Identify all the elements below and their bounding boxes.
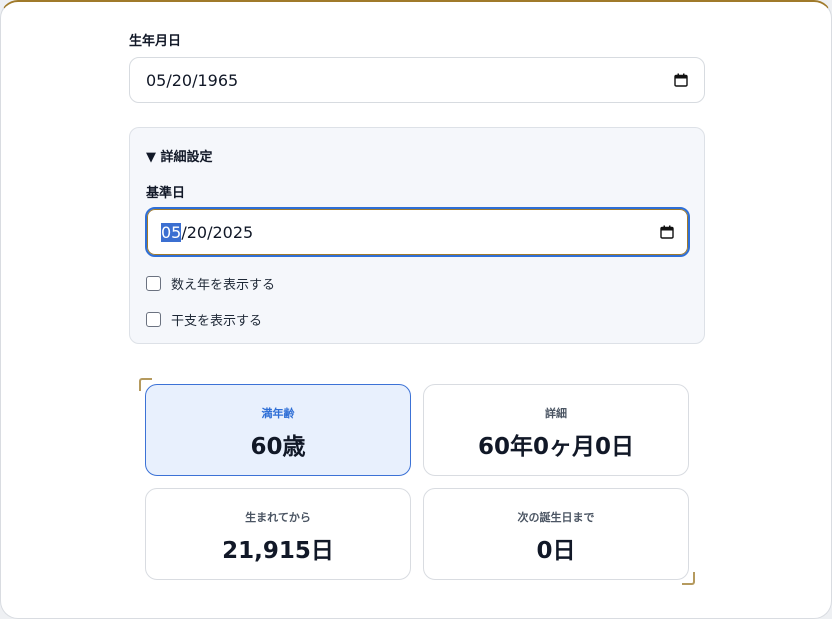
eto-label: 干支を表示する	[171, 314, 263, 329]
result-title: 次の誕生日まで	[517, 511, 595, 524]
birth-date-label: 生年月日	[129, 34, 182, 49]
base-date-label: 基準日	[146, 186, 186, 201]
result-value: 21,915日	[222, 538, 334, 564]
advanced-settings-panel: ▼ 詳細設定 基準日 05/20/2025 数え年を表示する 干支を表示する	[129, 127, 705, 344]
birth-date-value: 05/20/1965	[146, 70, 239, 90]
eto-option[interactable]: 干支を表示する	[146, 310, 262, 329]
calendar-icon[interactable]	[660, 225, 674, 239]
result-value: 60年0ヶ月0日	[477, 434, 634, 460]
result-full-age: 満年齢 60歳	[145, 384, 411, 476]
eto-checkbox[interactable]	[146, 312, 161, 327]
result-value: 60歳	[250, 434, 306, 460]
base-date-input[interactable]: 05/20/2025	[145, 207, 690, 257]
result-title: 生まれてから	[245, 511, 311, 524]
base-date-value: 05/20/2025	[161, 222, 254, 242]
base-date-rest: /20/2025	[181, 222, 254, 242]
kazoe-age-option[interactable]: 数え年を表示する	[146, 274, 275, 293]
age-calculator-card: 生年月日 05/20/1965 ▼ 詳細設定 基準日 05/20/2025 数え…	[0, 0, 832, 619]
result-detail: 詳細 60年0ヶ月0日	[423, 384, 689, 476]
calendar-icon[interactable]	[674, 73, 688, 87]
base-date-month-segment[interactable]: 05	[161, 222, 182, 242]
result-title: 満年齢	[261, 407, 295, 420]
birth-date-input[interactable]: 05/20/1965	[129, 57, 705, 103]
result-days-since-birth: 生まれてから 21,915日	[145, 488, 411, 580]
kazoe-age-checkbox[interactable]	[146, 276, 161, 291]
result-days-until-birthday: 次の誕生日まで 0日	[423, 488, 689, 580]
result-title: 詳細	[545, 407, 567, 420]
advanced-settings-toggle[interactable]: ▼ 詳細設定	[146, 146, 213, 165]
result-value: 0日	[536, 538, 576, 564]
kazoe-age-label: 数え年を表示する	[171, 278, 276, 293]
